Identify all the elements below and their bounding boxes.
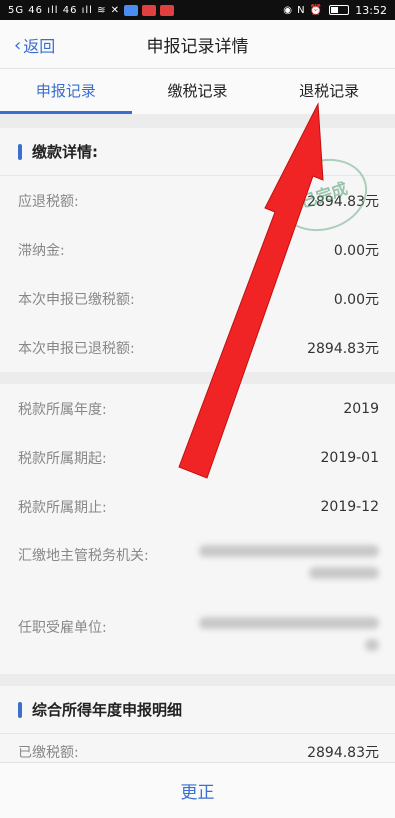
row-value: 2019 [343, 400, 379, 417]
detail-row: 本次申报已退税额: 2894.83元 [0, 323, 395, 372]
detail-row: 税款所属期止: 2019-12 [0, 482, 395, 531]
row-value: 2894.83元 [307, 745, 379, 761]
redacted-employer [199, 617, 379, 651]
detail-row: 任职受雇单位: [0, 603, 395, 673]
tax-period-section: 税款所属年度: 2019 税款所属期起: 2019-01 税款所属期止: 201… [0, 384, 395, 674]
nav-bar: ‹ 返回 申报记录详情 [0, 20, 395, 68]
row-label: 税款所属期起: [18, 450, 107, 467]
section-marker [18, 701, 22, 718]
row-label: 税款所属期止: [18, 499, 107, 516]
page-title: 申报记录详情 [146, 36, 249, 57]
detail-row: 税款所属年度: 2019 [0, 384, 395, 433]
row-label: 应退税额: [18, 193, 79, 210]
app-notification-icon [124, 4, 139, 16]
section-title: 综合所得年度申报明细 [32, 701, 183, 719]
blurred-text [199, 545, 379, 557]
status-left-icons: 5G 46 ıll 46 ıll ≋ ✕ [8, 4, 175, 16]
detail-row: 汇缴地主管税务机关: [0, 531, 395, 603]
annual-declaration-section: 综合所得年度申报明细 已缴税额: 2894.83元 [0, 686, 395, 762]
chevron-left-icon: ‹ [14, 34, 22, 56]
row-value: 2019-01 [320, 449, 380, 466]
correct-button[interactable]: 更正 [181, 778, 215, 803]
detail-row: 滞纳金: 0.00元 [0, 225, 395, 274]
row-label: 本次申报已缴税额: [18, 291, 135, 308]
bottom-bar: 更正 [0, 762, 395, 818]
app-notification-icon [160, 4, 175, 16]
row-label: 本次申报已退税额: [18, 340, 135, 357]
redacted-tax-authority [199, 545, 379, 579]
row-label: 汇缴地主管税务机关: [18, 548, 149, 564]
status-right-icons: ◉ N ⏰ 13:52 [283, 4, 387, 17]
blurred-text [309, 567, 379, 579]
section-marker [18, 143, 22, 160]
status-time: 13:52 [355, 3, 387, 17]
row-value: 2019-12 [320, 498, 380, 515]
row-value: 0.00元 [333, 291, 379, 308]
tab-refund-records[interactable]: 退税记录 [263, 69, 395, 114]
detail-row: 税款所属期起: 2019-01 [0, 433, 395, 482]
detail-row: 已缴税额: 2894.83元 [0, 734, 395, 764]
tab-declaration-records[interactable]: 申报记录 [0, 69, 132, 114]
row-label: 任职受雇单位: [18, 620, 107, 636]
section-title: 缴款详情: [32, 143, 98, 161]
status-bar: 5G 46 ıll 46 ıll ≋ ✕ ◉ N ⏰ 13:52 [0, 0, 395, 20]
stamp-text: 已完成 [298, 178, 350, 212]
app-notification-icon [142, 4, 157, 16]
system-icons: ◉ N ⏰ [283, 4, 324, 16]
tab-bar: 申报记录 缴税记录 退税记录 [0, 68, 395, 114]
section-gap [0, 372, 395, 384]
row-value: 2894.83元 [307, 340, 379, 357]
blurred-text [365, 639, 379, 651]
row-label: 税款所属年度: [18, 401, 107, 418]
row-label: 已缴税额: [18, 745, 79, 761]
battery-icon [329, 5, 350, 15]
row-label: 滞纳金: [18, 242, 65, 259]
back-button[interactable]: ‹ 返回 [14, 33, 55, 57]
section-gap [0, 674, 395, 686]
back-label: 返回 [23, 37, 56, 56]
row-value: 0.00元 [333, 242, 379, 259]
signal-icons: 5G 46 ıll 46 ıll ≋ ✕ [8, 4, 121, 16]
blurred-text [199, 617, 379, 629]
detail-row: 本次申报已缴税额: 0.00元 [0, 274, 395, 323]
section-gap [0, 114, 395, 128]
section-header: 综合所得年度申报明细 [0, 686, 395, 734]
tab-payment-records[interactable]: 缴税记录 [132, 69, 264, 114]
